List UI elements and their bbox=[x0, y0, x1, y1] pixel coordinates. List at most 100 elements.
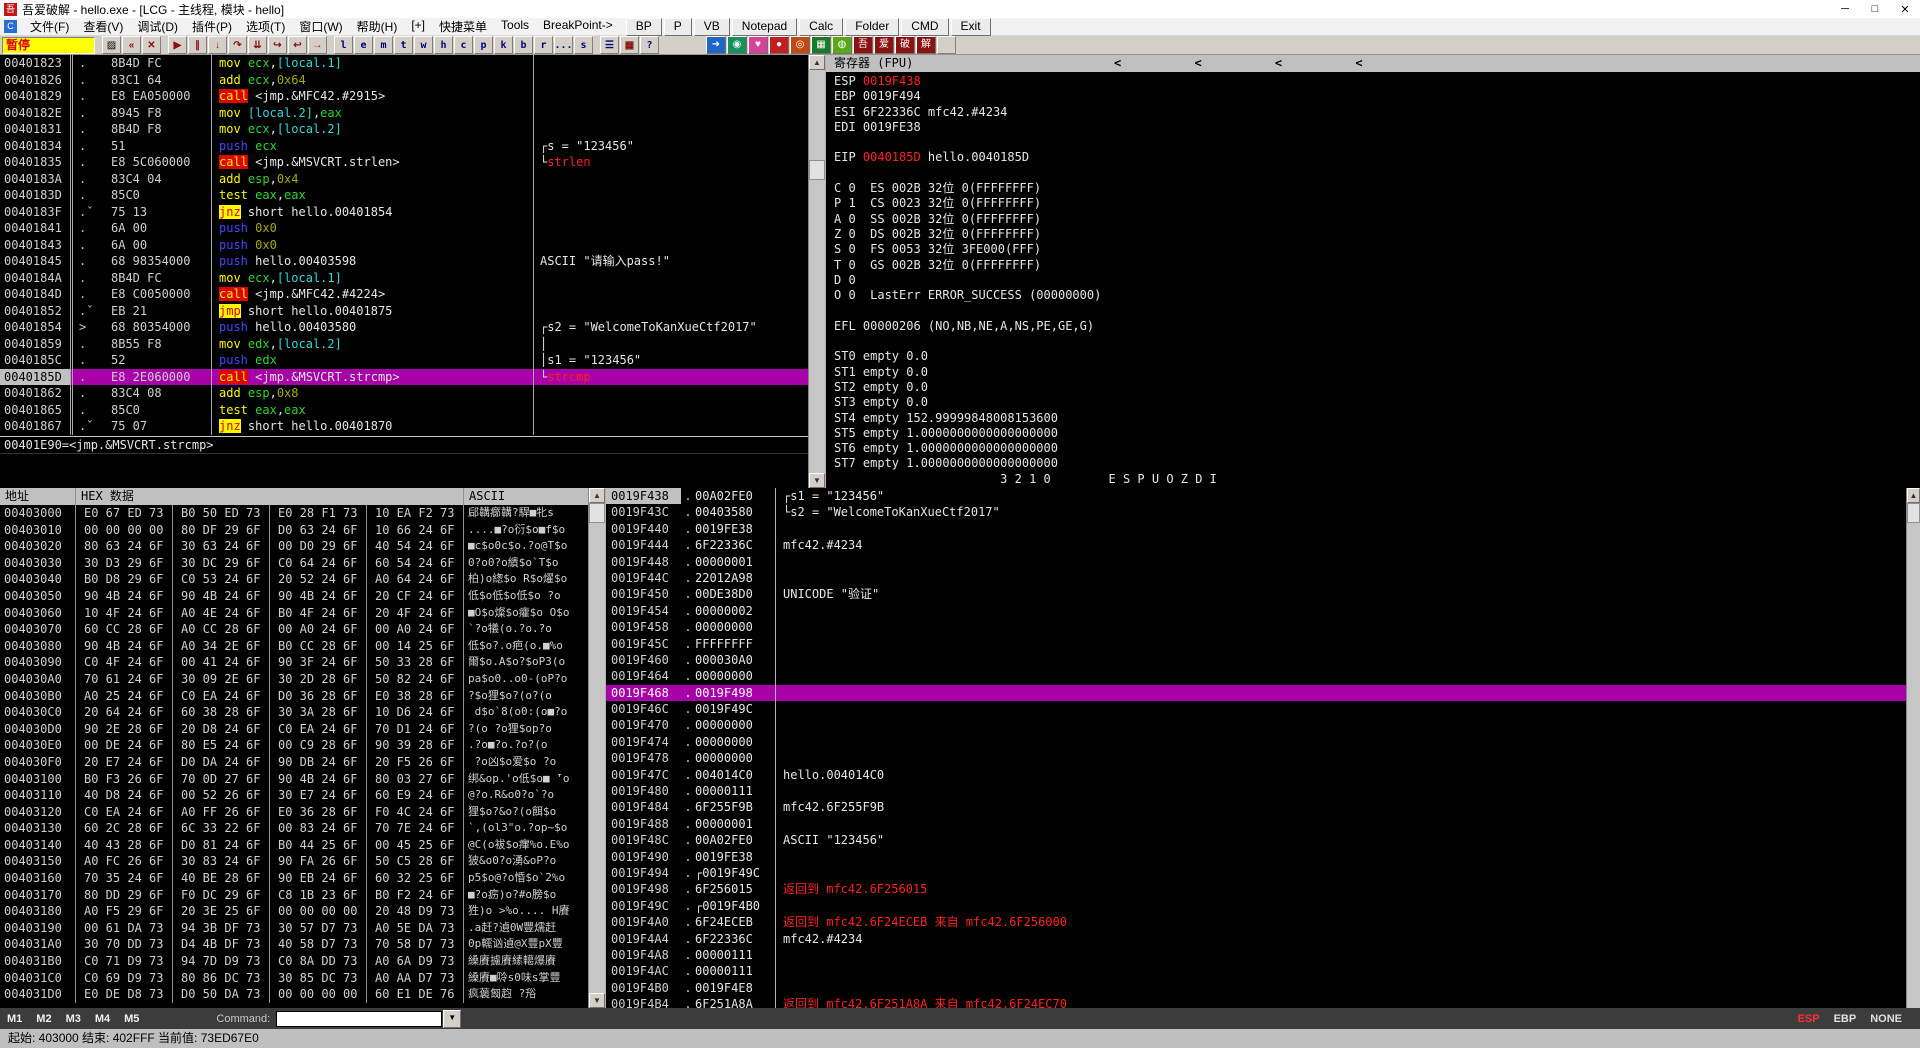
scroll-down-icon[interactable]: ▼ bbox=[589, 993, 605, 1008]
stack-row[interactable]: 0019F488. 00000001 bbox=[606, 815, 1906, 833]
plugin-grid-icon[interactable]: ▦ bbox=[811, 36, 831, 54]
disasm-row[interactable]: 0040185C. 52 push edx │s1 = "123456" bbox=[0, 352, 808, 369]
run-icon[interactable]: ▶ bbox=[168, 36, 187, 54]
menu-button-exit[interactable]: Exit bbox=[950, 17, 991, 36]
disasm-row[interactable]: 0040184A. 8B4D FC mov ecx,[local.1] bbox=[0, 269, 808, 286]
disasm-row[interactable]: 00401865. 85C0 test eax,eax bbox=[0, 401, 808, 418]
stack-row[interactable]: 0019F4A0. 6F24ECEB 返回到 mfc42.6F24ECEB 来自 m… bbox=[606, 914, 1906, 931]
toolbar-letter-r[interactable]: r bbox=[534, 36, 553, 54]
toolbar-letter-t[interactable]: t bbox=[394, 36, 413, 54]
trace-over-icon[interactable]: ↪ bbox=[268, 36, 287, 54]
disasm-row[interactable]: 00401826. 83C1 64 add ecx,0x64 bbox=[0, 71, 808, 88]
hex-row[interactable]: 00403000 E0 67 ED 73 B0 50 ED 73 E0 28 F1 7… bbox=[0, 505, 588, 522]
hex-row[interactable]: 004031B0 C0 71 D9 73 94 7D D9 73 C0 8A DD 7… bbox=[0, 953, 588, 970]
toolbar-letter-l[interactable]: l bbox=[334, 36, 353, 54]
stack-row[interactable]: 0019F43C. 00403580 └s2 = "WelcomeToKanXueC… bbox=[606, 504, 1906, 521]
stack-row[interactable]: 0019F4A4. 6F22336C mfc42.#4234 bbox=[606, 930, 1906, 947]
toolbar-letter-c[interactable]: c bbox=[454, 36, 473, 54]
hex-row[interactable]: 00403110 40 D8 24 6F 00 52 26 6F 30 E7 24 6… bbox=[0, 787, 588, 804]
hex-row[interactable]: 00403050 90 4B 24 6F 90 4B 24 6F 90 4B 24 6… bbox=[0, 587, 588, 605]
menu-item-[interactable]: [+] bbox=[404, 17, 432, 36]
register-row[interactable]: A 0 SS 002B 32位 0(FFFFFFFF) bbox=[826, 212, 1920, 227]
registers-collapse-chevrons[interactable]: < < < < < < < < < bbox=[1114, 55, 1444, 106]
stack-row[interactable]: 0019F490. 0019FE38 bbox=[606, 848, 1906, 865]
hex-row[interactable]: 00403020 80 63 24 6F 30 63 24 6F 00 D0 29 6… bbox=[0, 538, 588, 555]
stack-row[interactable]: 0019F474. 00000000 bbox=[606, 733, 1906, 751]
stack-row[interactable]: 0019F44C. 22012A98 bbox=[606, 569, 1906, 587]
stack-row[interactable]: 0019F450. 00DE38D0 UNICODE "验证" bbox=[606, 586, 1906, 603]
register-row[interactable] bbox=[826, 303, 1920, 318]
toolbar-letter-b[interactable]: b bbox=[514, 36, 533, 54]
hex-row[interactable]: 00403100 B0 F3 26 6F 70 0D 27 6F 90 4B 24 6… bbox=[0, 770, 588, 788]
disasm-row[interactable]: 00401835. E8 5C060000 call <jmp.&MSVCRT.st… bbox=[0, 154, 808, 171]
scrollbar-thumb[interactable] bbox=[1907, 503, 1920, 523]
menu-item-h[interactable]: 帮助(H) bbox=[350, 17, 405, 36]
minimize-button[interactable]: ─ bbox=[1830, 3, 1860, 16]
register-row[interactable]: ESI 6F22336C mfc42.#4234 bbox=[826, 105, 1920, 120]
stack-row[interactable]: 0019F470. 00000000 bbox=[606, 717, 1906, 734]
stack-row[interactable]: 0019F4B0. 0019F4E8 bbox=[606, 979, 1906, 997]
stack-row[interactable]: 0019F484. 6F255F9B mfc42.6F255F9B bbox=[606, 799, 1906, 816]
toolbar-letter-e[interactable]: e bbox=[354, 36, 373, 54]
stack-row[interactable]: 0019F440. 0019FE38 bbox=[606, 520, 1906, 538]
hex-row[interactable]: 004031A0 30 70 DD 73 D4 4B DF 73 40 58 D7 7… bbox=[0, 936, 588, 954]
hex-row[interactable]: 00403060 10 4F 24 6F A0 4E 24 6F B0 4F 24 6… bbox=[0, 604, 588, 622]
memory-tab-m2[interactable]: M2 bbox=[29, 1013, 58, 1025]
disasm-row[interactable]: 0040184D. E8 C0050000 call <jmp.&MFC42.#42… bbox=[0, 286, 808, 303]
hex-row[interactable]: 00403030 30 D3 29 6F 30 DC 29 6F C0 64 24 6… bbox=[0, 554, 588, 572]
menu-item-tools[interactable]: Tools bbox=[494, 17, 536, 36]
hex-row[interactable]: 004031D0 E0 DE D8 73 D0 50 DA 73 00 00 00 0… bbox=[0, 986, 588, 1003]
toolbar-letter-w[interactable]: w bbox=[414, 36, 433, 54]
register-row[interactable]: EIP 0040185D hello.0040185D bbox=[826, 150, 1920, 165]
hex-row[interactable]: 004030B0 A0 25 24 6F C0 EA 24 6F D0 36 28 6… bbox=[0, 687, 588, 705]
hex-row[interactable]: 00403090 C0 4F 24 6F 00 41 24 6F 90 3F 24 6… bbox=[0, 654, 588, 671]
register-row[interactable] bbox=[826, 334, 1920, 349]
stack-row[interactable]: 0019F480. 00000111 bbox=[606, 783, 1906, 800]
hex-row[interactable]: 004031C0 C0 69 D9 73 80 86 DC 73 30 85 DC 7… bbox=[0, 969, 588, 987]
scroll-up-icon[interactable]: ▲ bbox=[809, 55, 825, 70]
hexdump-header-address[interactable]: 地址 bbox=[0, 488, 76, 505]
menu-button-notepad[interactable]: Notepad bbox=[731, 17, 798, 36]
menu-item-p[interactable]: 插件(P) bbox=[185, 17, 239, 36]
disasm-row[interactable]: 00401834. 51 push ecx ┌s = "123456" bbox=[0, 137, 808, 154]
hex-row[interactable]: 00403010 00 00 00 00 80 DF 29 6F D0 63 24 6… bbox=[0, 521, 588, 539]
toolbar-letter-m[interactable]: m bbox=[374, 36, 393, 54]
stack-row[interactable]: 0019F448. 00000001 bbox=[606, 553, 1906, 570]
stack-row[interactable]: 0019F4B4. 6F251A8A 返回到 mfc42.6F251A8A 来自 m… bbox=[606, 996, 1906, 1008]
close-button[interactable]: ✕ bbox=[1890, 3, 1920, 16]
scrollbar-thumb[interactable] bbox=[809, 160, 825, 180]
maximize-button[interactable]: □ bbox=[1860, 3, 1890, 16]
menu-item-t[interactable]: 选项(T) bbox=[239, 17, 292, 36]
disasm-row[interactable]: 00401843. 6A 00 push 0x0 bbox=[0, 236, 808, 253]
scroll-up-icon[interactable]: ▲ bbox=[589, 488, 605, 503]
register-row[interactable]: ST0 empty 0.0 bbox=[826, 349, 1920, 364]
menu-item-breakpoint[interactable]: BreakPoint-> bbox=[536, 17, 620, 36]
disasm-row[interactable]: 0040183D. 85C0 test eax,eax bbox=[0, 187, 808, 204]
toolbar-letter-p[interactable]: p bbox=[474, 36, 493, 54]
plugin-ai-icon[interactable]: 爱 bbox=[874, 36, 894, 54]
plugin-po-icon[interactable]: 破 bbox=[895, 36, 915, 54]
memory-tab-m3[interactable]: M3 bbox=[59, 1013, 88, 1025]
hex-row[interactable]: 004030D0 90 2E 28 6F 20 D8 24 6F C0 EA 24 6… bbox=[0, 720, 588, 738]
hexdump-header-hex[interactable]: HEX 数据 bbox=[76, 488, 464, 505]
register-row[interactable]: C 0 ES 002B 32位 0(FFFFFFFF) bbox=[826, 181, 1920, 196]
hex-row[interactable]: 00403130 60 2C 28 6F 6C 33 22 6F 00 83 24 6… bbox=[0, 820, 588, 837]
stack-row[interactable]: 0019F464. 00000000 bbox=[606, 668, 1906, 685]
stack-row[interactable]: 0019F4A8. 00000111 bbox=[606, 946, 1906, 964]
menu-item-[interactable]: 快捷菜单 bbox=[432, 17, 494, 36]
toolbar-letter-h[interactable]: h bbox=[434, 36, 453, 54]
empty-toolbar-button[interactable] bbox=[937, 36, 956, 54]
plugin-wu-icon[interactable]: 吾 bbox=[853, 36, 873, 54]
stack-row[interactable]: 0019F458. 00000000 bbox=[606, 619, 1906, 636]
pause-icon[interactable]: ∥ bbox=[188, 36, 207, 54]
disasm-row[interactable]: 0040182E. 8945 F8 mov [local.2],eax bbox=[0, 104, 808, 121]
disasm-scrollbar[interactable]: ▲ ▼ bbox=[808, 55, 825, 488]
stack-row[interactable]: 0019F46C. 0019F49C bbox=[606, 701, 1906, 718]
disasm-row[interactable]: 0040185D. E8 2E060000 call <jmp.&MSVCRT.st… bbox=[0, 368, 808, 385]
stack-row[interactable]: 0019F4AC. 00000111 bbox=[606, 963, 1906, 980]
stack-row[interactable]: 0019F49C. ┌0019F4B0 bbox=[606, 897, 1906, 915]
stack-row[interactable]: 0019F45C. FFFFFFFF bbox=[606, 635, 1906, 652]
command-input[interactable] bbox=[276, 1010, 443, 1027]
disasm-row[interactable]: 00401852 .ˇ EB 21 jmp short hello.00401875 bbox=[0, 302, 808, 319]
stack-scrollbar[interactable]: ▲ bbox=[1906, 488, 1920, 1008]
